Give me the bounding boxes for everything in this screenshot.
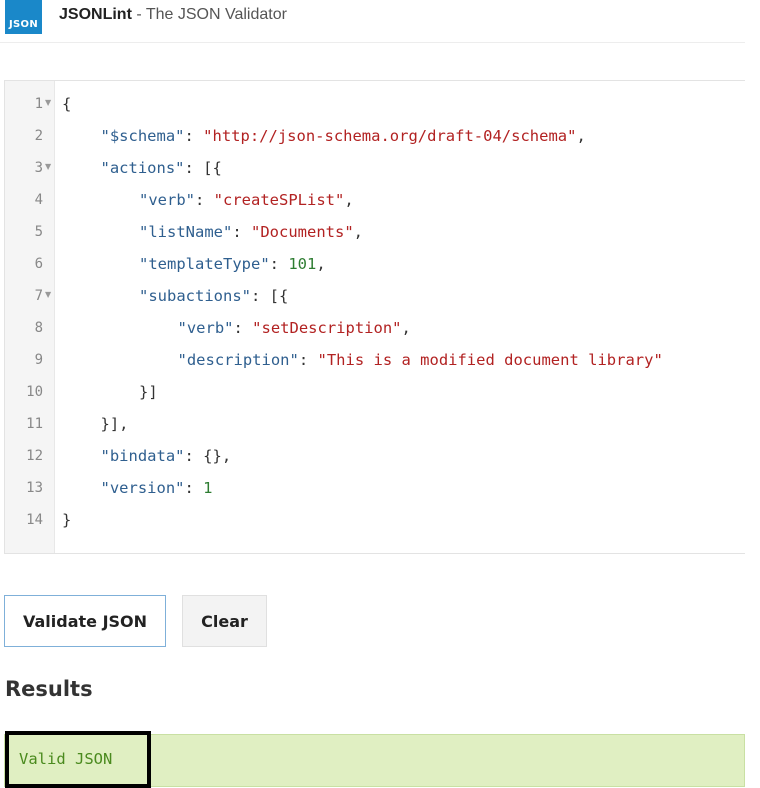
- fold-toggle-icon[interactable]: ▼: [45, 162, 51, 171]
- json-number: 1: [203, 479, 213, 497]
- code-line: 1 ▼ {: [5, 89, 745, 121]
- json-editor[interactable]: 1 ▼{2 "$schema": "http://json-schema.org/d…: [4, 80, 745, 554]
- code-line: 5 "listName": "Documents",: [5, 217, 745, 249]
- json-key: "actions": [100, 159, 185, 177]
- page-subtitle: The JSON Validator: [145, 6, 287, 23]
- json-punctuation: :: [195, 191, 214, 209]
- clear-button-label: Clear: [201, 611, 248, 631]
- json-number: 101: [288, 255, 317, 273]
- code-text[interactable]: "templateType": 101,: [139, 255, 326, 273]
- code-text[interactable]: "$schema": "http://json-schema.org/draft…: [101, 127, 586, 145]
- line-number: 2: [34, 128, 43, 144]
- json-punctuation: ,: [576, 127, 586, 145]
- result-message-box: Valid JSON: [4, 731, 745, 788]
- json-punctuation: ,: [316, 255, 326, 273]
- fold-toggle-icon[interactable]: ▼: [45, 98, 51, 107]
- line-number: 6: [34, 256, 43, 272]
- line-number: 14: [26, 512, 43, 528]
- json-key: "version": [100, 479, 185, 497]
- json-punctuation: :: [232, 223, 251, 241]
- line-number: 9: [34, 352, 43, 368]
- code-line: 7 ▼ "subactions": [{: [5, 281, 745, 313]
- code-text[interactable]: }: [62, 511, 71, 529]
- code-text[interactable]: {: [62, 95, 71, 113]
- code-text[interactable]: }]: [139, 383, 158, 401]
- json-string: "createSPList": [213, 191, 345, 209]
- line-number: 8: [34, 320, 43, 336]
- code-lines: 1 ▼{2 "$schema": "http://json-schema.org/d…: [5, 89, 745, 537]
- line-number: 7: [34, 288, 43, 304]
- json-key: "bindata": [100, 447, 185, 465]
- json-punctuation: ,: [344, 191, 354, 209]
- code-text[interactable]: "version": 1: [101, 479, 213, 497]
- json-punctuation: : [{: [250, 287, 289, 305]
- json-punctuation: {: [62, 95, 72, 113]
- json-punctuation: : {},: [184, 447, 232, 465]
- json-string: "setDescription": [252, 319, 402, 337]
- json-key: "subactions": [139, 287, 251, 305]
- json-key: "listName": [139, 223, 233, 241]
- json-punctuation: :: [233, 319, 253, 337]
- line-number: 3: [34, 160, 43, 176]
- json-punctuation: ,: [401, 319, 411, 337]
- json-punctuation: }]: [139, 383, 158, 401]
- line-number: 4: [34, 192, 43, 208]
- json-punctuation: }: [62, 511, 72, 529]
- code-line: 3 ▼ "actions": [{: [5, 153, 745, 185]
- json-punctuation: :: [298, 351, 318, 369]
- json-string: "Documents": [251, 223, 354, 241]
- json-key: "description": [177, 351, 299, 369]
- validate-json-button[interactable]: Validate JSON: [4, 595, 166, 647]
- clear-button[interactable]: Clear: [182, 595, 267, 647]
- line-number: 5: [34, 224, 43, 240]
- code-text[interactable]: "subactions": [{: [139, 287, 288, 305]
- json-string: "This is a modified document library": [317, 351, 663, 369]
- header-bar: JSON JSONLint - The JSON Validator: [0, 0, 745, 43]
- line-number: 10: [26, 384, 43, 400]
- code-line: 2 "$schema": "http://json-schema.org/draf…: [5, 121, 745, 153]
- line-number: 1: [34, 96, 43, 112]
- code-line: 13 "version": 1: [5, 473, 745, 505]
- brand-name[interactable]: JSONLint: [59, 6, 132, 23]
- json-punctuation: :: [184, 479, 204, 497]
- code-line: 9 "description": "This is a modified docu…: [5, 345, 745, 377]
- code-text[interactable]: "bindata": {},: [101, 447, 232, 465]
- line-number: 12: [26, 448, 43, 464]
- result-message: Valid JSON: [19, 750, 113, 768]
- code-text[interactable]: "description": "This is a modified docum…: [178, 351, 663, 369]
- json-string: "http://json-schema.org/draft-04/schema": [203, 127, 577, 145]
- code-text[interactable]: "verb": "createSPList",: [139, 191, 354, 209]
- json-key: "templateType": [139, 255, 270, 273]
- line-number: 11: [26, 416, 43, 432]
- results-heading: Results: [5, 677, 93, 701]
- code-line: 4 "verb": "createSPList",: [5, 185, 745, 217]
- code-line: 14}: [5, 505, 745, 537]
- code-text[interactable]: "actions": [{: [101, 159, 222, 177]
- code-text[interactable]: "verb": "setDescription",: [178, 319, 411, 337]
- code-text[interactable]: }],: [101, 415, 129, 433]
- json-punctuation: :: [184, 127, 204, 145]
- validate-button-label: Validate JSON: [22, 611, 148, 631]
- code-text[interactable]: "listName": "Documents",: [139, 223, 363, 241]
- json-punctuation: :: [269, 255, 289, 273]
- json-key: "verb": [177, 319, 234, 337]
- code-line: 6 "templateType": 101,: [5, 249, 745, 281]
- json-punctuation: }],: [100, 415, 129, 433]
- line-number: 13: [26, 480, 43, 496]
- title-separator: -: [131, 6, 146, 23]
- code-line: 11}],: [5, 409, 745, 441]
- code-line: 12 "bindata": {},: [5, 441, 745, 473]
- logo-text: JSON: [9, 19, 38, 30]
- json-punctuation: : [{: [184, 159, 222, 177]
- json-punctuation: ,: [353, 223, 363, 241]
- json-key: "$schema": [100, 127, 185, 145]
- jsonlint-logo[interactable]: JSON: [5, 0, 42, 34]
- fold-toggle-icon[interactable]: ▼: [45, 290, 51, 299]
- page-title: JSONLint - The JSON Validator: [59, 6, 287, 24]
- json-key: "verb": [139, 191, 195, 209]
- code-line: 10}]: [5, 377, 745, 409]
- code-line: 8 "verb": "setDescription",: [5, 313, 745, 345]
